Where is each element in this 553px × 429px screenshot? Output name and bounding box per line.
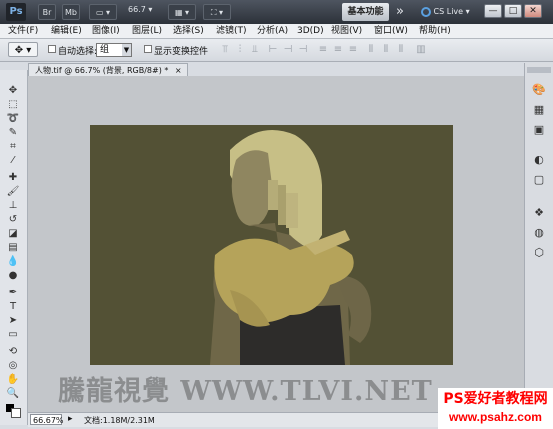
distribute-bottom-icon[interactable]: ≡: [346, 44, 360, 55]
color-panel-icon[interactable]: 🎨: [531, 83, 547, 97]
bridge-icon[interactable]: Br: [38, 4, 56, 20]
chevron-down-icon: ▼: [122, 44, 131, 56]
close-button[interactable]: ✕: [524, 4, 542, 18]
brush-tool-icon[interactable]: 🖌: [5, 185, 21, 199]
swatches-panel-icon[interactable]: ▦: [531, 103, 547, 117]
options-bar: ✥ ▾ 自动选择: 组 ▼ 显示变换控件 ⫪ ⫶ ⫫ ⊢ ⊣ ⊣ ≡ ≡ ≡ ⦀…: [0, 39, 553, 62]
site-url: www.psahz.com: [449, 410, 542, 424]
channels-panel-icon[interactable]: ◍: [531, 226, 547, 240]
title-bar: Ps Br Mb ▭ ▾ 66.7 ▾ ▦ ▾ ⛶ ▾ 基本功能 » CS Li…: [0, 0, 553, 24]
gradient-tool-icon[interactable]: ▤: [5, 241, 21, 255]
arrange-documents-button[interactable]: ▦ ▾: [168, 4, 196, 20]
panel-dock: 🎨 ▦ ▣ ◐ ▢ ❖ ◍ ⬡: [524, 63, 553, 429]
marquee-tool-icon[interactable]: ⬚: [5, 98, 21, 112]
masks-panel-icon[interactable]: ▢: [531, 173, 547, 187]
distribute-left-icon[interactable]: ⦀: [364, 44, 378, 55]
pen-tool-icon[interactable]: ✒: [5, 286, 21, 300]
site-watermark: PS爱好者教程网 www.psahz.com: [438, 388, 553, 429]
lasso-tool-icon[interactable]: ➰: [5, 112, 21, 126]
zoom-level-display[interactable]: 66.7 ▾: [128, 5, 152, 14]
menu-file[interactable]: 文件(F): [8, 25, 38, 37]
align-vcenter-icon[interactable]: ⫶: [233, 44, 247, 55]
align-left-icon[interactable]: ⊢: [266, 44, 280, 55]
show-transform-checkbox[interactable]: [144, 45, 152, 53]
view-extras-button[interactable]: ▭ ▾: [89, 4, 117, 20]
site-name: PS爱好者教程网: [443, 391, 548, 407]
menu-bar: 文件(F) 编辑(E) 图像(I) 图层(L) 选择(S) 滤镜(T) 分析(A…: [0, 24, 553, 39]
menu-view[interactable]: 视图(V): [331, 25, 362, 37]
screen-mode-button[interactable]: ⛶ ▾: [203, 4, 231, 20]
auto-select-checkbox[interactable]: [48, 45, 56, 53]
more-workspaces-icon[interactable]: »: [396, 3, 404, 21]
shape-tool-icon[interactable]: ▭: [5, 328, 21, 342]
adjustments-panel-icon[interactable]: ◐: [531, 153, 547, 167]
align-bottom-icon[interactable]: ⫫: [248, 44, 262, 55]
zoom-tool-icon[interactable]: 🔍: [5, 387, 21, 401]
background-color-swatch[interactable]: [11, 408, 21, 418]
distribute-vcenter-icon[interactable]: ≡: [331, 44, 345, 55]
close-tab-icon[interactable]: ×: [175, 66, 182, 75]
crop-tool-icon[interactable]: ⌗: [5, 140, 21, 154]
photoshop-logo: Ps: [6, 3, 26, 21]
portrait-image: [90, 125, 453, 365]
clone-stamp-tool-icon[interactable]: ⊥: [5, 199, 21, 213]
auto-select-dropdown[interactable]: 组 ▼: [96, 43, 132, 57]
auto-select-label: 自动选择:: [58, 47, 98, 57]
align-hcenter-icon[interactable]: ⊣: [281, 44, 295, 55]
dock-collapse-handle[interactable]: [527, 67, 551, 73]
healing-brush-tool-icon[interactable]: ✚: [5, 171, 21, 185]
zoom-field[interactable]: 66.67%: [30, 414, 64, 425]
3d-orbit-tool-icon[interactable]: ◎: [5, 359, 21, 373]
menu-layer[interactable]: 图层(L): [132, 25, 162, 37]
type-tool-icon[interactable]: T: [5, 300, 21, 314]
mini-bridge-button[interactable]: Mb: [62, 4, 80, 20]
hand-tool-icon[interactable]: ✋: [5, 373, 21, 387]
menu-window[interactable]: 窗口(W): [374, 25, 408, 37]
eraser-tool-icon[interactable]: ◪: [5, 227, 21, 241]
history-brush-tool-icon[interactable]: ↺: [5, 213, 21, 227]
menu-filter[interactable]: 滤镜(T): [216, 25, 247, 37]
3d-rotate-tool-icon[interactable]: ⟲: [5, 345, 21, 359]
menu-image[interactable]: 图像(I): [92, 25, 120, 37]
menu-select[interactable]: 选择(S): [173, 25, 204, 37]
document-tab[interactable]: 人物.tif @ 66.7% (背景, RGB/8#) * ×: [28, 63, 188, 76]
blur-tool-icon[interactable]: 💧: [5, 255, 21, 269]
align-right-icon[interactable]: ⊣: [296, 44, 310, 55]
cslive-button[interactable]: CS Live ▾: [421, 4, 477, 20]
move-tool-icon: ✥: [14, 45, 24, 56]
show-transform-label: 显示变换控件: [154, 47, 209, 57]
menu-edit[interactable]: 编辑(E): [51, 25, 82, 37]
quick-select-tool-icon[interactable]: ✎: [5, 126, 21, 140]
doc-info-menu-icon[interactable]: ▸: [68, 414, 73, 424]
restore-button[interactable]: □: [504, 4, 522, 18]
auto-align-icon[interactable]: ▥: [414, 44, 428, 55]
workspace-button[interactable]: 基本功能: [342, 3, 389, 21]
path-select-tool-icon[interactable]: ➤: [5, 314, 21, 328]
menu-analysis[interactable]: 分析(A): [257, 25, 288, 37]
document-canvas[interactable]: [90, 125, 453, 365]
cslive-icon: [421, 6, 431, 17]
document-size-info: 文档:1.18M/2.31M: [84, 416, 155, 425]
distribute-right-icon[interactable]: ⦀: [394, 44, 408, 55]
tools-panel: ✥ ⬚ ➰ ✎ ⌗ ⁄ ✚ 🖌 ⊥ ↺ ◪ ▤ 💧 ● ✒ T ➤ ▭ ⟲ ◎ …: [0, 70, 28, 425]
move-tool-icon[interactable]: ✥: [5, 84, 21, 98]
dodge-tool-icon[interactable]: ●: [5, 269, 21, 283]
watermark-text: 騰龍視覺 WWW.TLVI.NET: [58, 376, 433, 407]
eyedropper-tool-icon[interactable]: ⁄: [5, 154, 21, 168]
align-top-icon[interactable]: ⫪: [218, 44, 232, 55]
layers-panel-icon[interactable]: ❖: [531, 206, 547, 220]
menu-help[interactable]: 帮助(H): [419, 25, 451, 37]
distribute-hcenter-icon[interactable]: ⦀: [379, 44, 393, 55]
paths-panel-icon[interactable]: ⬡: [531, 246, 547, 260]
menu-3d[interactable]: 3D(D): [297, 25, 324, 37]
minimize-button[interactable]: —: [484, 4, 502, 18]
styles-panel-icon[interactable]: ▣: [531, 123, 547, 137]
distribute-top-icon[interactable]: ≡: [316, 44, 330, 55]
tool-preset-picker[interactable]: ✥ ▾: [8, 42, 38, 57]
